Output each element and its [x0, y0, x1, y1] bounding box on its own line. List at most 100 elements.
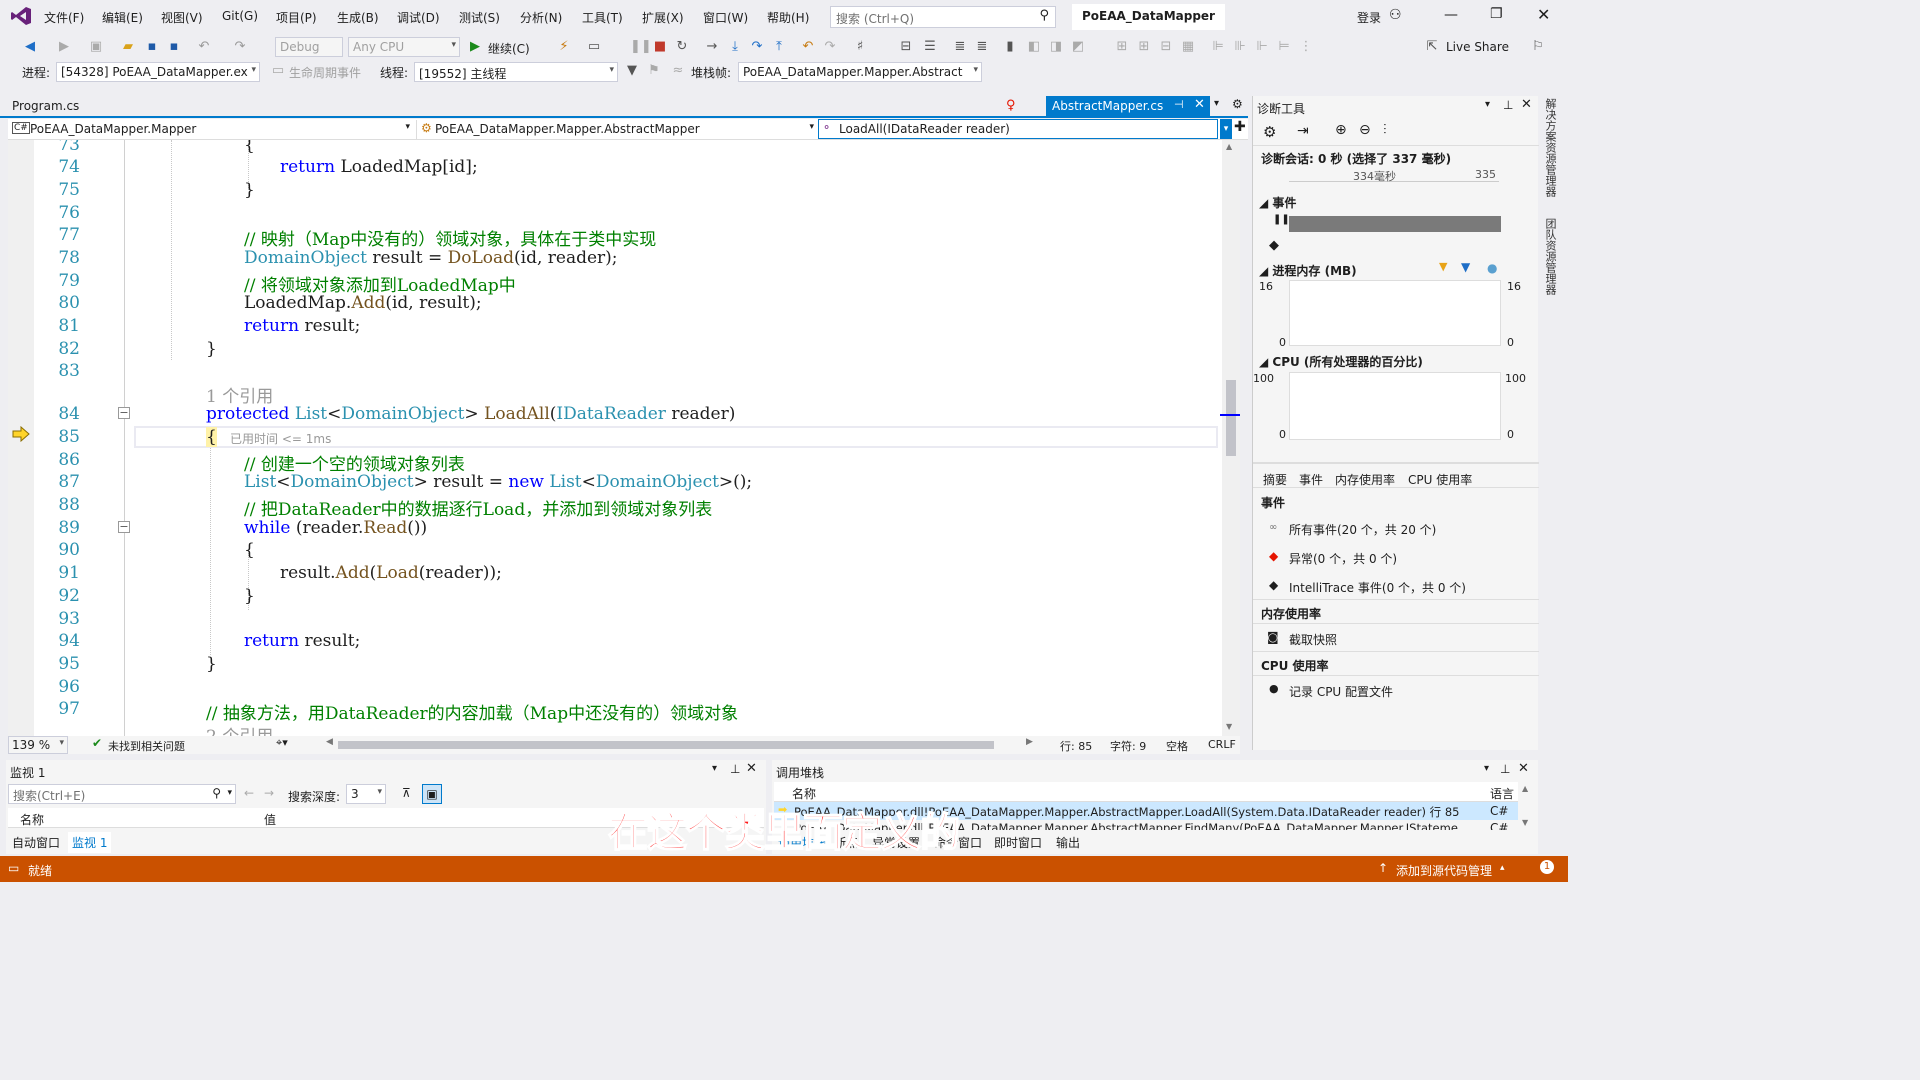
back-icon[interactable]: ◀: [22, 39, 38, 55]
watch-col-value[interactable]: 值: [264, 811, 276, 828]
tab-immediate-window[interactable]: 即时窗口: [994, 834, 1042, 851]
search-depth-select[interactable]: 3 ▾: [346, 784, 386, 804]
watch-close-icon[interactable]: ✕: [746, 761, 757, 776]
menu-test[interactable]: 测试(S): [459, 9, 500, 26]
bookmark-clear-icon[interactable]: ◩: [1070, 39, 1086, 55]
step-into-icon[interactable]: ⤓: [727, 39, 743, 55]
zoom-select[interactable]: 139 % ▾: [8, 736, 68, 754]
stack-icon[interactable]: ☰: [922, 39, 938, 55]
forward-icon[interactable]: ▶: [56, 39, 72, 55]
issues-status[interactable]: 未找到相关问题: [108, 738, 185, 754]
menu-build[interactable]: 生成(B): [337, 9, 379, 26]
record-cpu-profile-button[interactable]: 记录 CPU 配置文件: [1289, 683, 1393, 700]
add-to-source-control[interactable]: 添加到源代码管理: [1396, 862, 1492, 879]
live-share-button[interactable]: Live Share: [1446, 40, 1509, 54]
step-back-icon[interactable]: ↶: [800, 39, 816, 55]
lifecycle-icon[interactable]: ▭: [270, 63, 286, 79]
menu-git[interactable]: Git(G): [222, 9, 258, 23]
sql-icon[interactable]: ⊟: [1158, 39, 1174, 55]
thread-select[interactable]: [19552] 主线程 ▾: [414, 62, 618, 82]
side-tab-solution-explorer[interactable]: 解决方案资源管理器: [1544, 98, 1558, 197]
pin-panel-icon[interactable]: ⊥: [1503, 98, 1513, 112]
align-icon[interactable]: ⊫: [1210, 39, 1226, 55]
threads-flag-icon[interactable]: ≈: [670, 63, 686, 79]
tab-output[interactable]: 输出: [1056, 834, 1080, 851]
stop-icon[interactable]: ■: [652, 39, 668, 55]
watch-col-name[interactable]: 名称: [20, 811, 44, 828]
minimize-icon[interactable]: —: [1444, 7, 1458, 23]
tab-autos[interactable]: 自动窗口: [12, 834, 60, 851]
bookmark-icon[interactable]: ▮: [1002, 39, 1018, 55]
eol-indicator[interactable]: CRLF: [1208, 738, 1236, 751]
source-control-dropdown-icon[interactable]: ▴: [1500, 863, 1505, 873]
editor-vertical-scrollbar[interactable]: ▲ ▼: [1220, 140, 1240, 736]
tab-cpu-usage[interactable]: CPU 使用率: [1408, 471, 1472, 488]
undo-icon[interactable]: ↶: [196, 39, 212, 55]
menu-view[interactable]: 视图(V): [161, 9, 203, 26]
tab-events[interactable]: 事件: [1299, 471, 1323, 488]
search-forward-icon[interactable]: →: [264, 786, 274, 800]
watch-pin-icon[interactable]: ⊥: [730, 762, 740, 776]
call-stack-close-icon[interactable]: ✕: [1518, 761, 1529, 776]
side-tab-team-explorer[interactable]: 团队资源管理器: [1544, 218, 1558, 295]
memory-graph[interactable]: [1289, 280, 1501, 346]
exceptions-link[interactable]: 异常(0 个，共 0 个): [1289, 550, 1397, 567]
lifecycle-events[interactable]: 生命周期事件: [289, 64, 361, 81]
code-editor[interactable]: 73 74 75 76 77 78 79 80 81 82 83 84 85 8…: [8, 140, 1240, 736]
tab-memory-usage[interactable]: 内存使用率: [1335, 471, 1395, 488]
save-icon[interactable]: ▪: [144, 39, 160, 55]
vs-logo-icon[interactable]: [10, 6, 32, 26]
events-timeline-bar[interactable]: [1289, 216, 1501, 232]
threads-icon[interactable]: ⊟: [898, 39, 914, 55]
continue-button[interactable]: 继续(C): [488, 40, 530, 57]
grid-icon[interactable]: ⊞: [1136, 39, 1152, 55]
uncomment-icon[interactable]: ≣: [974, 39, 990, 55]
codelens-references-2[interactable]: 2 个引用: [206, 722, 273, 736]
zoom-in-icon[interactable]: ⊕: [1335, 122, 1347, 138]
cpu-section-header[interactable]: ◢ CPU (所有处理器的百分比): [1259, 353, 1423, 370]
bookmark-prev-icon[interactable]: ◧: [1026, 39, 1042, 55]
export-icon[interactable]: ⇥: [1297, 123, 1309, 139]
tab-settings-icon[interactable]: ⚙: [1232, 97, 1243, 111]
menu-window[interactable]: 窗口(W): [703, 9, 748, 26]
step-forward-icon[interactable]: ↷: [822, 39, 838, 55]
call-stack-col-lang[interactable]: 语言: [1490, 785, 1514, 802]
scroll-left-icon[interactable]: ◀: [326, 737, 333, 747]
code-cleanup-icon[interactable]: ⌖▾: [276, 736, 288, 750]
notifications-icon[interactable]: 1: [1540, 860, 1554, 874]
search-back-icon[interactable]: ←: [244, 786, 254, 800]
table-icon[interactable]: ▦: [1180, 39, 1196, 55]
call-stack-pin-icon[interactable]: ⊥: [1500, 762, 1510, 776]
tab-program-cs[interactable]: Program.cs: [12, 99, 79, 113]
splitter[interactable]: [1253, 462, 1539, 464]
stack-frame-select[interactable]: PoEAA_DataMapper.Mapper.Abstract ▾: [738, 62, 982, 82]
step-over-icon[interactable]: ↷: [749, 39, 765, 55]
menu-project[interactable]: 项目(P): [276, 9, 317, 26]
split-editor-icon[interactable]: ✚: [1234, 119, 1246, 135]
menu-edit[interactable]: 编辑(E): [102, 9, 143, 26]
panel-menu-icon[interactable]: ▾: [1485, 99, 1490, 110]
tab-summary[interactable]: 摘要: [1263, 471, 1287, 488]
browser-icon[interactable]: ▭: [586, 39, 602, 55]
close-tab-icon[interactable]: ✕: [1194, 97, 1205, 112]
live-share-icon[interactable]: ⇱: [1424, 39, 1440, 55]
bookmark-next-icon[interactable]: ◨: [1048, 39, 1064, 55]
size-icon[interactable]: ⊨: [1276, 39, 1292, 55]
watch-menu-icon[interactable]: ▾: [712, 763, 717, 774]
collapse-while-icon[interactable]: −: [118, 521, 130, 533]
tab-overflow-icon[interactable]: ▾: [1214, 98, 1219, 109]
cpu-graph[interactable]: [1289, 372, 1501, 440]
user-icon[interactable]: ⚇: [1389, 7, 1402, 23]
process-select[interactable]: [54328] PoEAA_DataMapper.ex ▾: [56, 62, 260, 82]
open-icon[interactable]: ▰: [120, 39, 136, 55]
pin-source-icon[interactable]: ⊼: [402, 786, 411, 800]
distribute-icon[interactable]: ⊪: [1232, 39, 1248, 55]
menu-help[interactable]: 帮助(H): [767, 9, 809, 26]
scroll-down-icon[interactable]: ▼: [1226, 722, 1232, 731]
flag-icon[interactable]: ⚑: [646, 63, 662, 79]
take-snapshot-button[interactable]: 截取快照: [1289, 631, 1337, 648]
menu-file[interactable]: 文件(F): [44, 9, 84, 26]
step-out-icon[interactable]: ⤒: [771, 39, 787, 55]
maximize-icon[interactable]: ❐: [1490, 6, 1503, 22]
show-next-statement-icon[interactable]: →: [704, 39, 720, 55]
